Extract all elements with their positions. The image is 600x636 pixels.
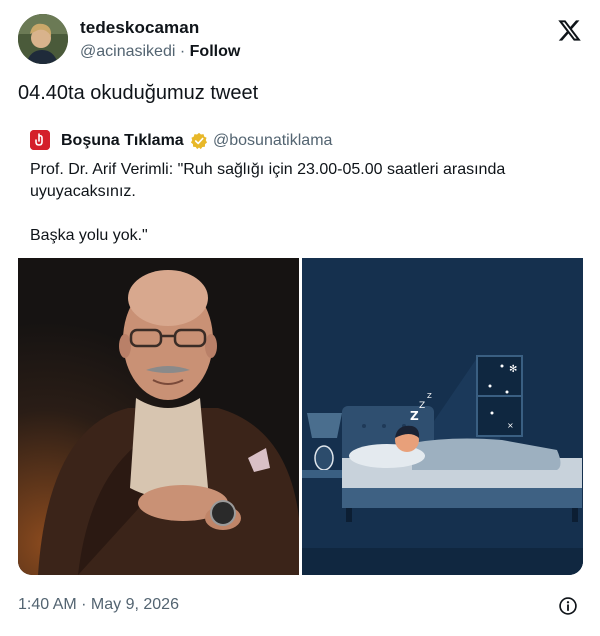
tweet-timestamp[interactable]: 1:40 AM · May 9, 2026 (18, 596, 179, 613)
portrait-photo[interactable] (18, 258, 299, 575)
quoted-display-name[interactable]: Boşuna Tıklama (61, 132, 184, 150)
svg-text:×: × (507, 421, 514, 430)
sleep-z-icon: Z (419, 401, 425, 411)
separator-dot: · (179, 43, 186, 60)
quoted-handle[interactable]: @bosunatiklama (213, 132, 332, 150)
author-info: tedeskocaman @acinasikedi · Follow (80, 18, 240, 61)
tweet-text: 04.40ta okuduğumuz tweet (18, 82, 259, 104)
sleep-z-icon: Z (427, 392, 432, 400)
info-icon[interactable] (558, 596, 578, 616)
svg-text:✻: ✻ (509, 364, 517, 375)
author-handle-line: @acinasikedi · Follow (80, 43, 240, 61)
quoted-header: Boşuna Tıklama @bosunatiklama (18, 126, 583, 152)
tweet-footer: 1:40 AM · May 9, 2026 (18, 596, 582, 618)
author-avatar[interactable] (18, 14, 68, 64)
sleep-illustration[interactable]: ✻ × Z Z Z (302, 258, 583, 575)
tweet-header: tedeskocaman @acinasikedi · Follow (18, 14, 582, 66)
follow-button[interactable]: Follow (190, 43, 241, 60)
author-display-name[interactable]: tedeskocaman (80, 18, 240, 38)
verified-badge-icon (190, 132, 208, 150)
quoted-tweet[interactable]: Boşuna Tıklama @bosunatiklama Prof. Dr. … (18, 126, 583, 244)
quoted-text: Prof. Dr. Arif Verimli: "Ruh sağlığı içi… (30, 161, 506, 244)
author-handle[interactable]: @acinasikedi (80, 43, 175, 60)
quoted-avatar[interactable] (30, 130, 50, 150)
x-logo-icon[interactable] (557, 18, 582, 43)
sleep-z-icon: Z (410, 409, 419, 423)
quoted-media[interactable]: ✻ × Z Z Z (18, 258, 583, 575)
